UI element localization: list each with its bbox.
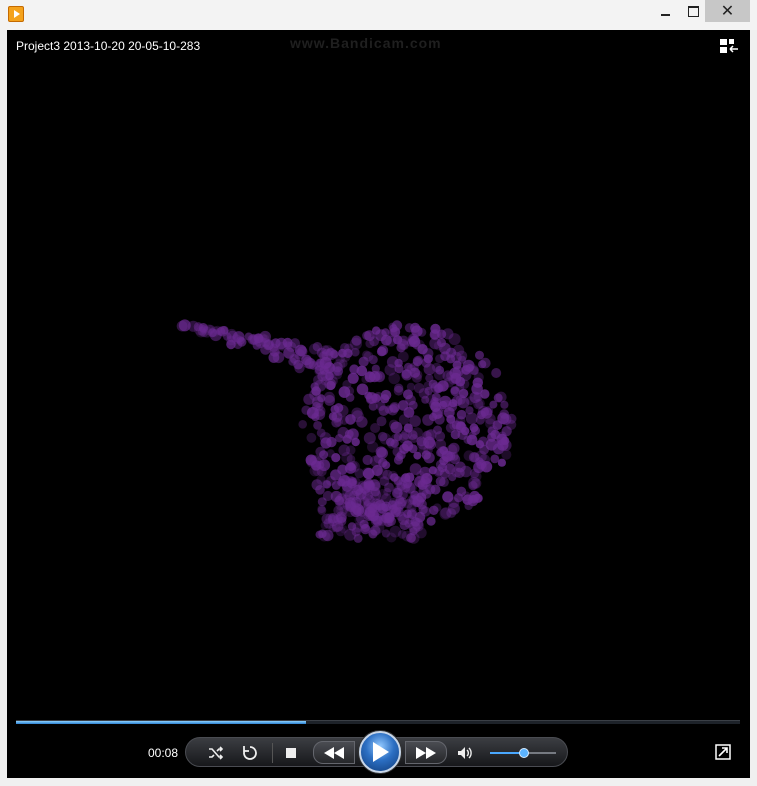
stop-icon xyxy=(286,748,296,758)
window-titlebar: ✕ xyxy=(0,0,757,30)
repeat-button[interactable] xyxy=(241,744,259,762)
rewind-icon xyxy=(324,747,344,759)
repeat-icon xyxy=(241,744,259,762)
previous-button[interactable] xyxy=(313,741,355,764)
close-icon: ✕ xyxy=(721,1,734,21)
video-title: Project3 2013-10-20 20-05-10-283 xyxy=(16,39,200,53)
switch-to-library-icon[interactable] xyxy=(720,39,738,53)
video-frame xyxy=(167,275,527,565)
close-button[interactable]: ✕ xyxy=(705,0,750,22)
shuffle-button[interactable] xyxy=(207,744,225,762)
seek-bar[interactable] xyxy=(16,720,740,724)
seek-progress-fill xyxy=(16,721,306,724)
watermark-text: www.Bandicam.com xyxy=(290,35,442,51)
transport-controls xyxy=(185,737,568,767)
divider xyxy=(272,743,273,763)
fast-forward-icon xyxy=(416,747,436,759)
play-icon xyxy=(371,742,389,762)
fullscreen-icon[interactable] xyxy=(715,744,731,760)
minimize-button[interactable] xyxy=(650,0,680,22)
shuffle-icon xyxy=(207,744,225,762)
stop-button[interactable] xyxy=(282,744,300,762)
elapsed-time: 00:08 xyxy=(148,746,178,760)
volume-slider-thumb[interactable] xyxy=(519,748,529,758)
media-player-app-icon[interactable] xyxy=(8,6,24,22)
mute-button[interactable] xyxy=(456,744,474,762)
maximize-button[interactable] xyxy=(678,0,708,22)
volume-slider[interactable] xyxy=(490,752,556,754)
video-player[interactable]: Project3 2013-10-20 20-05-10-283 www.Ban… xyxy=(7,30,750,778)
next-button[interactable] xyxy=(405,741,447,764)
window-bottom-border xyxy=(0,778,757,786)
speaker-icon xyxy=(456,744,474,762)
play-button[interactable] xyxy=(359,731,401,773)
